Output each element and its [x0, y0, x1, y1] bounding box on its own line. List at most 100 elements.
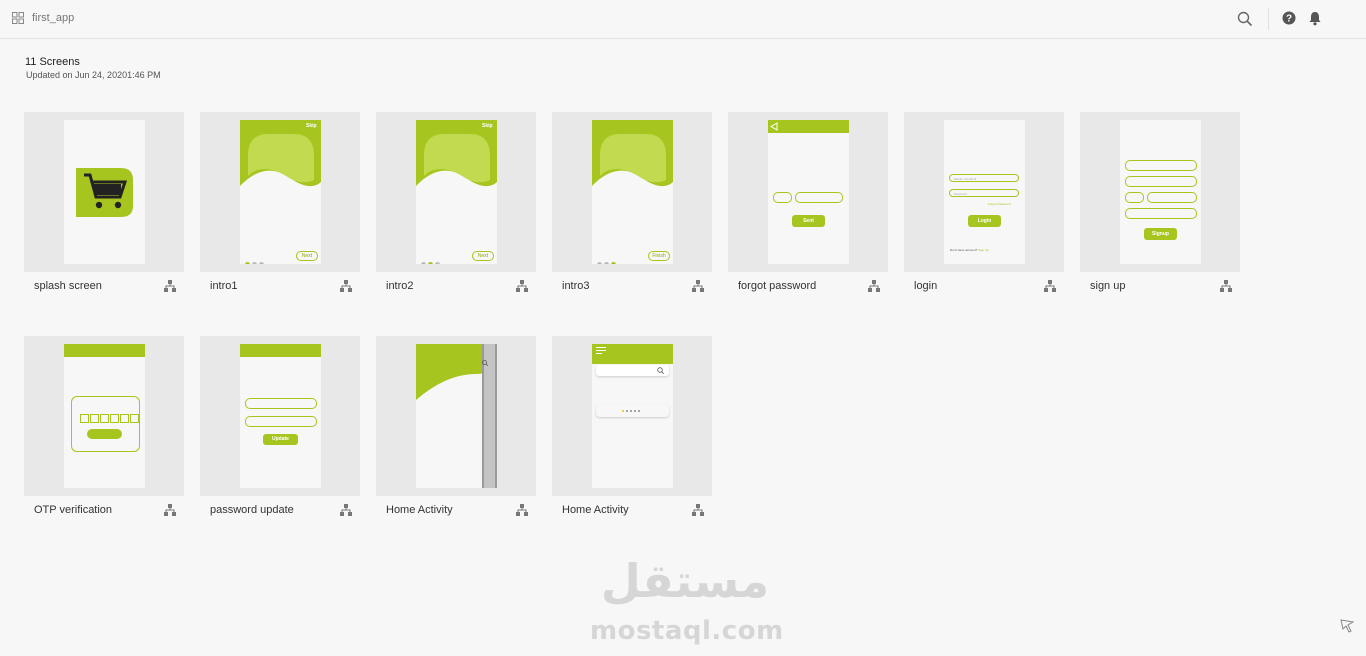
phone-frame: Skip Next — [240, 120, 321, 264]
app-bar — [768, 120, 849, 133]
menu-lines[interactable] — [596, 347, 606, 354]
screen-thumbnail[interactable]: Signup — [1080, 112, 1240, 272]
phone-field[interactable] — [795, 192, 843, 203]
screen-card-home-activity-1[interactable]: Home Activity — [376, 336, 536, 536]
search-icon[interactable] — [482, 360, 488, 366]
screen-thumbnail[interactable] — [552, 336, 712, 496]
flow-icon[interactable] — [340, 280, 352, 293]
phone-frame — [64, 344, 145, 488]
screen-thumbnail[interactable]: Finish — [552, 112, 712, 272]
flow-icon[interactable] — [340, 504, 352, 517]
screen-card-password-update[interactable]: Update password update — [200, 336, 360, 536]
screen-label[interactable]: intro2 — [386, 280, 414, 292]
mostaql-watermark: مستقل mostaql.com — [590, 554, 784, 650]
flow-icon[interactable] — [868, 280, 880, 293]
country-code-field[interactable] — [1125, 192, 1144, 203]
flow-icon[interactable] — [692, 504, 704, 517]
carousel-dots — [622, 410, 640, 412]
flow-icon[interactable] — [516, 280, 528, 293]
flow-icon[interactable] — [164, 280, 176, 293]
pointer-icon[interactable] — [1340, 619, 1354, 633]
confirm-password-field[interactable] — [245, 416, 317, 427]
otp-digit-boxes[interactable] — [80, 410, 139, 428]
screen-card-intro2[interactable]: Skip Next intro2 — [376, 112, 536, 312]
screen-label[interactable]: Home Activity — [562, 504, 629, 516]
phone-frame — [592, 344, 673, 488]
email-field[interactable]: Mobile / Email Id — [949, 174, 1019, 182]
skip-link[interactable]: Skip — [306, 123, 317, 129]
phone-frame — [64, 120, 145, 264]
screen-thumbnail[interactable]: Mobile / Email Id Password Forgot Passwo… — [904, 112, 1064, 272]
screen-label[interactable]: sign up — [1090, 280, 1125, 292]
screen-thumbnail[interactable] — [24, 112, 184, 272]
screen-card-login[interactable]: Mobile / Email Id Password Forgot Passwo… — [904, 112, 1064, 312]
flow-icon[interactable] — [1220, 280, 1232, 293]
screen-thumbnail[interactable] — [24, 336, 184, 496]
back-arrow-icon[interactable] — [770, 122, 778, 131]
screen-label[interactable]: login — [914, 280, 937, 292]
next-button[interactable]: Next — [296, 251, 318, 261]
phone-field[interactable] — [1147, 192, 1197, 203]
phone-frame: Mobile / Email Id Password Forgot Passwo… — [944, 120, 1025, 264]
sent-button[interactable]: Sent — [792, 215, 825, 227]
svg-text:?: ? — [1286, 14, 1292, 25]
screen-label[interactable]: intro3 — [562, 280, 590, 292]
screen-thumbnail[interactable]: Skip Next — [376, 112, 536, 272]
screen-card-sign-up[interactable]: Signup sign up — [1080, 112, 1240, 312]
page-dots — [597, 254, 616, 264]
screen-label[interactable]: intro1 — [210, 280, 238, 292]
screen-thumbnail[interactable]: Sent — [728, 112, 888, 272]
screen-card-intro3[interactable]: Finish intro3 — [552, 112, 712, 312]
finish-button[interactable]: Finish — [648, 251, 670, 261]
phone-frame: Update — [240, 344, 321, 488]
flow-icon[interactable] — [1044, 280, 1056, 293]
app-bar — [64, 344, 145, 357]
new-password-field[interactable] — [245, 398, 317, 409]
phone-frame — [416, 344, 497, 488]
cart-logo-icon — [76, 168, 133, 217]
screen-thumbnail[interactable]: Update — [200, 336, 360, 496]
page-dots — [421, 254, 440, 264]
screen-card-forgot-password[interactable]: Sent forgot password — [728, 112, 888, 312]
screen-label[interactable]: Home Activity — [386, 504, 453, 516]
phone-frame: Sent — [768, 120, 849, 264]
screen-card-otp-verification[interactable]: OTP verification — [24, 336, 184, 536]
signup-prompt: Don't have account? Sign Up — [950, 248, 989, 252]
phone-frame: Skip Next — [416, 120, 497, 264]
screen-label[interactable]: OTP verification — [34, 504, 112, 516]
password-field[interactable] — [1125, 208, 1197, 219]
forgot-password-link[interactable]: Forgot Password — [988, 202, 1011, 206]
name-field[interactable] — [1125, 160, 1197, 171]
password-field[interactable]: Password — [949, 189, 1019, 197]
login-button[interactable]: Login — [968, 215, 1001, 227]
flow-icon[interactable] — [516, 504, 528, 517]
screen-label[interactable]: password update — [210, 504, 294, 516]
signup-button[interactable]: Signup — [1144, 228, 1177, 240]
updated-timestamp: Updated on Jun 24, 20201:46 PM — [26, 70, 161, 80]
screen-card-intro1[interactable]: Skip Next intro1 — [200, 112, 360, 312]
search-icon[interactable] — [1237, 11, 1253, 27]
flow-icon[interactable] — [164, 504, 176, 517]
update-button[interactable]: Update — [263, 434, 298, 445]
screen-card-home-activity-2[interactable]: Home Activity — [552, 336, 712, 536]
country-code-field[interactable] — [773, 192, 792, 203]
email-field[interactable] — [1125, 176, 1197, 187]
help-icon[interactable]: ? — [1282, 11, 1296, 25]
screen-label[interactable]: splash screen — [34, 280, 102, 292]
verify-button[interactable] — [87, 429, 122, 439]
signup-link[interactable]: Sign Up — [978, 248, 989, 252]
signup-prompt-text: Don't have account? — [950, 248, 978, 252]
next-button[interactable]: Next — [472, 251, 494, 261]
watermark-latin: mostaql.com — [590, 616, 784, 646]
grid-icon[interactable] — [12, 12, 24, 24]
screen-label[interactable]: forgot password — [738, 280, 816, 292]
skip-link[interactable]: Skip — [482, 123, 493, 129]
page-dots — [245, 254, 264, 264]
bell-icon[interactable] — [1308, 11, 1322, 26]
flow-icon[interactable] — [692, 280, 704, 293]
screen-card-splash[interactable]: splash screen — [24, 112, 184, 312]
app-title[interactable]: first_app — [32, 12, 74, 24]
screen-thumbnail[interactable]: Skip Next — [200, 112, 360, 272]
search-icon[interactable] — [657, 367, 664, 374]
screen-thumbnail[interactable] — [376, 336, 536, 496]
